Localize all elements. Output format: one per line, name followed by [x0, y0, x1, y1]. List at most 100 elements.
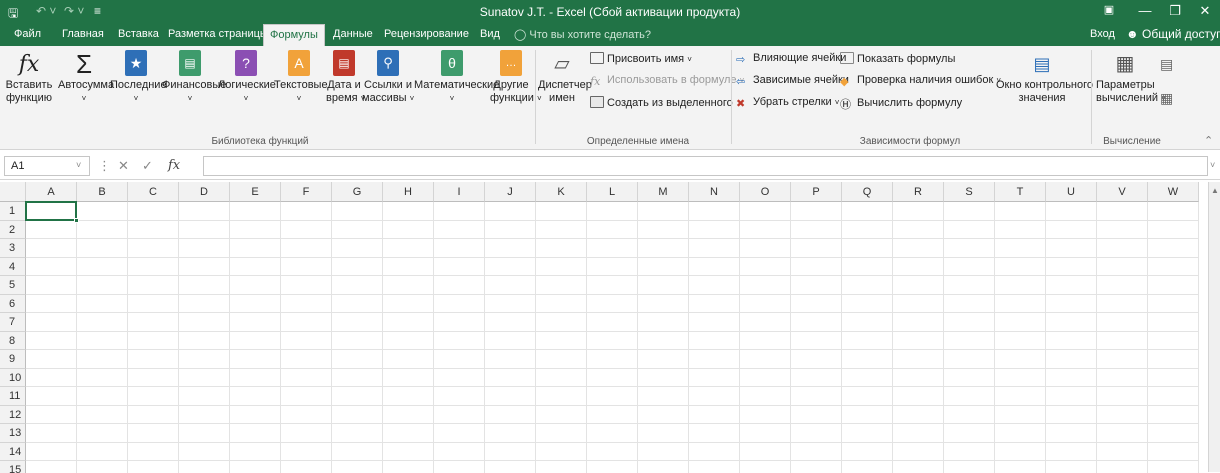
- lookup-functions-button[interactable]: ⚲ Ссылки и массивы ˅: [362, 50, 414, 105]
- row-header-3[interactable]: 3: [0, 239, 26, 258]
- worksheet-grid[interactable]: A B C D E F G H I J K L M N O P Q R S T U V W 1 2 3 4 5 6 7 8 9 10 11 12 13…: [0, 180, 1220, 473]
- undo-icon[interactable]: ↶ ˅: [36, 4, 56, 18]
- name-manager-button[interactable]: ▱ Диспетчер имен: [538, 50, 592, 105]
- column-header-e[interactable]: E: [230, 182, 281, 202]
- row-header-7[interactable]: 7: [0, 313, 26, 332]
- trace-dependents-button[interactable]: ⇦ Зависимые ячейки: [736, 74, 849, 88]
- column-header-k[interactable]: K: [536, 182, 587, 202]
- tab-formulas[interactable]: Формулы: [263, 24, 325, 46]
- select-all-corner[interactable]: [0, 182, 26, 202]
- table-row[interactable]: [26, 221, 1199, 239]
- tab-data[interactable]: Данные: [333, 28, 373, 40]
- scroll-up-icon[interactable]: ▲: [1211, 186, 1219, 195]
- column-header-v[interactable]: V: [1097, 182, 1148, 202]
- table-row[interactable]: [26, 239, 1199, 258]
- row-header-9[interactable]: 9: [0, 350, 26, 369]
- table-row[interactable]: [26, 295, 1199, 313]
- show-formulas-button[interactable]: Показать формулы: [840, 52, 955, 65]
- row-header-11[interactable]: 11: [0, 387, 26, 406]
- fill-handle[interactable]: [74, 217, 79, 223]
- row-header-1[interactable]: 1: [0, 202, 26, 221]
- financial-functions-button[interactable]: ▤ Финансовые ˅: [162, 50, 226, 105]
- error-checking-button[interactable]: ◆ Проверка наличия ошибок ˅: [840, 74, 1001, 88]
- table-row[interactable]: [26, 276, 1199, 295]
- formula-input[interactable]: [203, 156, 1208, 176]
- row-header-15[interactable]: 15: [0, 461, 26, 473]
- tell-me-box[interactable]: ◯ Что вы хотите сделать?: [514, 28, 651, 41]
- table-row[interactable]: [26, 424, 1199, 443]
- tab-home[interactable]: Главная: [62, 28, 104, 40]
- minimize-icon[interactable]: —: [1130, 3, 1160, 18]
- table-row[interactable]: [26, 258, 1199, 276]
- row-header-5[interactable]: 5: [0, 276, 26, 295]
- column-header-f[interactable]: F: [281, 182, 332, 202]
- column-header-d[interactable]: D: [179, 182, 230, 202]
- column-header-t[interactable]: T: [995, 182, 1046, 202]
- row-header-13[interactable]: 13: [0, 424, 26, 443]
- remove-arrows-button[interactable]: ✖ Убрать стрелки ˅: [736, 96, 839, 110]
- table-row[interactable]: [26, 202, 1199, 221]
- save-icon[interactable]: 🖫: [8, 4, 18, 25]
- column-header-q[interactable]: Q: [842, 182, 893, 202]
- column-header-l[interactable]: L: [587, 182, 638, 202]
- share-button[interactable]: ☻ Общий доступ: [1126, 27, 1220, 41]
- column-header-n[interactable]: N: [689, 182, 740, 202]
- column-header-g[interactable]: G: [332, 182, 383, 202]
- logical-functions-button[interactable]: ? Логические ˅: [218, 50, 276, 105]
- calculation-options-button[interactable]: ▦ Параметры вычислений ˅: [1096, 50, 1166, 105]
- datetime-functions-button[interactable]: ▤ Дата и время ˅: [326, 50, 365, 105]
- column-header-c[interactable]: C: [128, 182, 179, 202]
- insert-function-button[interactable]: fx Вставить функцию: [4, 50, 54, 105]
- column-header-i[interactable]: I: [434, 182, 485, 202]
- column-header-m[interactable]: M: [638, 182, 689, 202]
- row-header-4[interactable]: 4: [0, 257, 26, 276]
- sign-in-link[interactable]: Вход: [1090, 28, 1115, 40]
- table-row[interactable]: [26, 443, 1199, 461]
- column-header-r[interactable]: R: [893, 182, 944, 202]
- column-header-a[interactable]: A: [26, 182, 77, 202]
- watch-window-button[interactable]: ▤ Окно контрольного значения: [996, 50, 1093, 105]
- use-in-formula-button[interactable]: fx Использовать в формуле ˅: [590, 74, 744, 88]
- column-header-j[interactable]: J: [485, 182, 536, 202]
- collapse-ribbon-icon[interactable]: ⌃: [1204, 134, 1213, 147]
- calculate-now-icon[interactable]: ▤: [1160, 56, 1173, 73]
- insert-function-icon[interactable]: fx: [168, 158, 180, 173]
- customize-quick-access-icon[interactable]: ≡: [94, 4, 101, 18]
- tab-review[interactable]: Рецензирование: [384, 28, 469, 40]
- column-header-u[interactable]: U: [1046, 182, 1097, 202]
- name-box-dropdown-icon[interactable]: ˅: [76, 160, 81, 170]
- math-functions-button[interactable]: θ Математические ˅: [414, 50, 499, 105]
- table-row[interactable]: [26, 406, 1199, 424]
- cancel-entry-icon[interactable]: ✕: [118, 158, 129, 174]
- tab-file[interactable]: Файл: [14, 28, 41, 40]
- row-header-2[interactable]: 2: [0, 220, 26, 239]
- vertical-scrollbar[interactable]: ▲: [1208, 182, 1220, 472]
- column-header-s[interactable]: S: [944, 182, 995, 202]
- tab-view[interactable]: Вид: [480, 28, 500, 40]
- row-header-8[interactable]: 8: [0, 331, 26, 350]
- row-header-12[interactable]: 12: [0, 405, 26, 424]
- evaluate-formula-button[interactable]: Ⓗ Вычислить формулу: [840, 96, 962, 111]
- table-row[interactable]: [26, 387, 1199, 406]
- table-row[interactable]: [26, 461, 1199, 473]
- table-row[interactable]: [26, 313, 1199, 332]
- column-header-h[interactable]: H: [383, 182, 434, 202]
- recent-functions-button[interactable]: ★ Последние ˅: [110, 50, 167, 105]
- confirm-entry-icon[interactable]: ✓: [142, 158, 153, 174]
- tab-insert[interactable]: Вставка: [118, 28, 159, 40]
- row-header-6[interactable]: 6: [0, 294, 26, 313]
- define-name-button[interactable]: Присвоить имя ˅: [590, 52, 692, 65]
- close-icon[interactable]: ✕: [1190, 3, 1220, 19]
- table-row[interactable]: [26, 369, 1199, 387]
- row-header-10[interactable]: 10: [0, 368, 26, 387]
- column-header-p[interactable]: P: [791, 182, 842, 202]
- autosum-button[interactable]: Σ Автосумма ˅: [58, 50, 114, 105]
- create-from-selection-button[interactable]: Создать из выделенного: [590, 96, 733, 109]
- table-row[interactable]: [26, 350, 1199, 369]
- column-header-o[interactable]: O: [740, 182, 791, 202]
- text-functions-button[interactable]: A Текстовые ˅: [274, 50, 328, 105]
- calculate-sheet-icon[interactable]: ▦: [1160, 90, 1173, 107]
- trace-precedents-button[interactable]: ⇨ Влияющие ячейки: [736, 52, 846, 66]
- redo-icon[interactable]: ↷ ˅: [64, 4, 84, 18]
- ribbon-display-options-icon[interactable]: ▣: [1094, 3, 1124, 16]
